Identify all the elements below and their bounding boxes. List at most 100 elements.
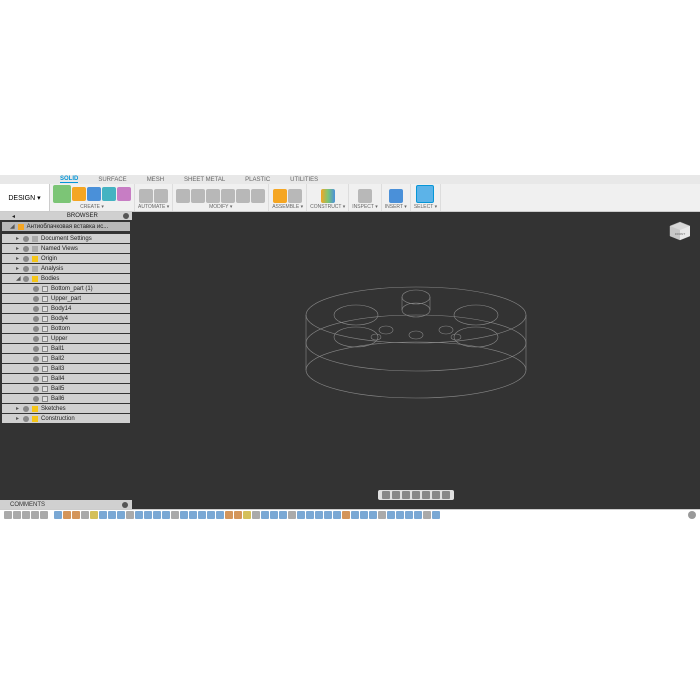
chamfer-icon[interactable] [191,189,205,203]
panel-dot-icon[interactable] [122,502,128,508]
extrude-icon[interactable] [72,187,86,201]
browser-item[interactable]: Upper [2,334,130,343]
grid-icon[interactable] [432,491,440,499]
tab-solid[interactable]: SOLID [60,176,78,183]
timeline-feature[interactable] [243,511,251,519]
timeline-feature[interactable] [342,511,350,519]
timeline-feature[interactable] [225,511,233,519]
tab-plastic[interactable]: PLASTIC [245,177,270,183]
timeline-feature[interactable] [297,511,305,519]
timeline-feature[interactable] [72,511,80,519]
browser-item[interactable]: ▸Construction [2,414,130,423]
tab-sheet-metal[interactable]: SHEET METAL [184,177,225,183]
timeline-feature[interactable] [387,511,395,519]
browser-item[interactable]: ▸Sketches [2,404,130,413]
timeline-feature[interactable] [423,511,431,519]
browser-item[interactable]: Upper_part [2,294,130,303]
browser-item[interactable]: Ball2 [2,354,130,363]
comments-bar[interactable]: COMMENTS [0,500,132,509]
orbit-icon[interactable] [382,491,390,499]
viewcube[interactable]: FRONT [666,218,690,242]
timeline-feature[interactable] [216,511,224,519]
timeline-settings-icon[interactable] [688,511,696,519]
automate-icon-2[interactable] [154,189,168,203]
timeline-feature[interactable] [234,511,242,519]
timeline-feature[interactable] [396,511,404,519]
timeline-feature[interactable] [108,511,116,519]
timeline-feature[interactable] [54,511,62,519]
timeline-feature[interactable] [315,511,323,519]
sketch-icon[interactable] [53,185,71,203]
timeline-feature[interactable] [324,511,332,519]
sweep-icon[interactable] [102,187,116,201]
timeline-feature[interactable] [81,511,89,519]
tab-surface[interactable]: SURFACE [98,177,126,183]
combine-icon[interactable] [236,189,250,203]
timeline-feature[interactable] [63,511,71,519]
browser-item[interactable]: ▸Document Settings [2,234,130,243]
measure-icon[interactable] [358,189,372,203]
browser-header[interactable]: ◂ BROWSER [0,212,132,220]
timeline-feature[interactable] [90,511,98,519]
tab-mesh[interactable]: MESH [147,177,164,183]
browser-item[interactable]: Ball6 [2,394,130,403]
timeline-feature[interactable] [432,511,440,519]
joint-icon[interactable] [273,189,287,203]
timeline-feature[interactable] [306,511,314,519]
timeline-feature[interactable] [360,511,368,519]
fillet-icon[interactable] [176,189,190,203]
as-built-icon[interactable] [288,189,302,203]
zoom-icon[interactable] [402,491,410,499]
timeline-feature[interactable] [261,511,269,519]
timeline-feature[interactable] [333,511,341,519]
automate-icon[interactable] [139,189,153,203]
display-icon[interactable] [422,491,430,499]
timeline-feature[interactable] [405,511,413,519]
timeline-feature[interactable] [117,511,125,519]
design-dropdown[interactable]: DESIGN ▾ [0,184,50,211]
viewport-icon[interactable] [442,491,450,499]
browser-item[interactable]: Ball4 [2,374,130,383]
select-icon[interactable] [416,185,434,203]
timeline-prev-icon[interactable] [13,511,21,519]
timeline-feature[interactable] [99,511,107,519]
browser-item[interactable]: Ball3 [2,364,130,373]
timeline-feature[interactable] [198,511,206,519]
insert-icon[interactable] [389,189,403,203]
plane-icon[interactable] [321,189,335,203]
browser-item[interactable]: Body4 [2,314,130,323]
browser-item[interactable]: Ball5 [2,384,130,393]
panel-dot-icon[interactable] [123,213,129,219]
browser-root-node[interactable]: ◢Антиоблачковая вставка ис... [2,222,130,231]
timeline-feature[interactable] [288,511,296,519]
revolve-icon[interactable] [87,187,101,201]
timeline-feature[interactable] [369,511,377,519]
timeline-feature[interactable] [252,511,260,519]
timeline-next-icon[interactable] [31,511,39,519]
timeline-feature[interactable] [189,511,197,519]
timeline-feature[interactable] [162,511,170,519]
timeline-end-icon[interactable] [40,511,48,519]
timeline-feature[interactable] [126,511,134,519]
timeline-feature[interactable] [270,511,278,519]
timeline-feature[interactable] [351,511,359,519]
timeline-play-icon[interactable] [22,511,30,519]
browser-item[interactable]: Bottom_part (1) [2,284,130,293]
timeline-feature[interactable] [279,511,287,519]
browser-item[interactable]: ▸Named Views [2,244,130,253]
timeline-feature[interactable] [180,511,188,519]
3d-viewport[interactable]: FRONT [132,212,700,500]
timeline-feature[interactable] [171,511,179,519]
browser-item[interactable]: ▸Analysis [2,264,130,273]
pan-icon[interactable] [392,491,400,499]
timeline-start-icon[interactable] [4,511,12,519]
fit-icon[interactable] [412,491,420,499]
3d-model-wireframe[interactable] [286,275,546,425]
timeline-feature[interactable] [135,511,143,519]
timeline-feature[interactable] [378,511,386,519]
timeline-feature[interactable] [207,511,215,519]
loft-icon[interactable] [117,187,131,201]
timeline-feature[interactable] [153,511,161,519]
move-icon[interactable] [251,189,265,203]
tab-utilities[interactable]: UTILITIES [290,177,318,183]
